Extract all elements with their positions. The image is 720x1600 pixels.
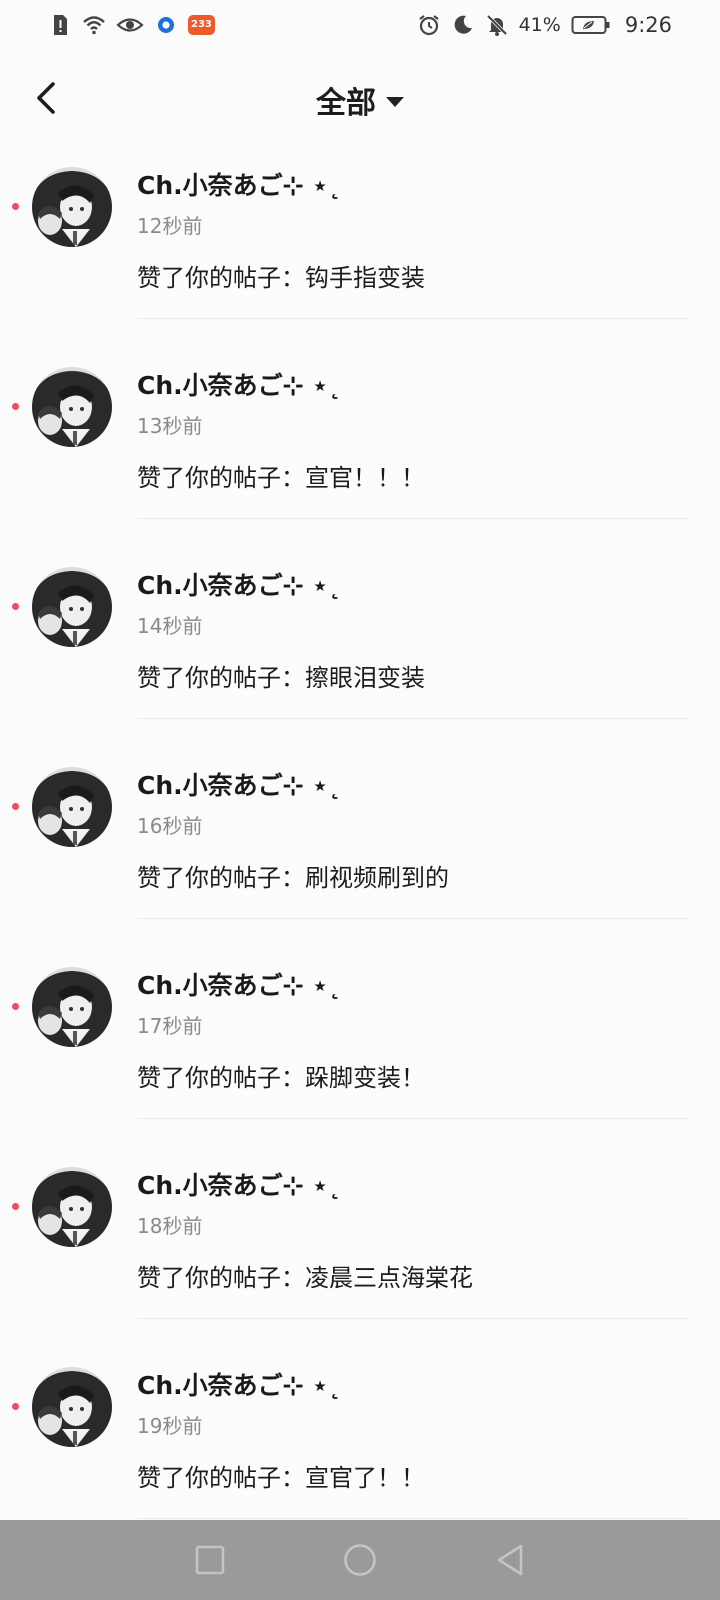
action-text[interactable]: 赞了你的帖子：凌晨三点海棠花	[137, 1258, 473, 1293]
unread-dot	[12, 603, 19, 610]
battery-percent: 41%	[518, 14, 561, 36]
avatar[interactable]	[32, 1167, 112, 1247]
system-nav-bar	[0, 1520, 720, 1600]
recents-square-icon	[195, 1545, 225, 1575]
alarm-icon	[418, 15, 439, 36]
avatar[interactable]	[32, 367, 112, 447]
app-233-badge: 233	[188, 15, 215, 35]
status-left-icons: 233	[48, 13, 215, 37]
moon-icon	[454, 15, 472, 34]
user-name[interactable]: Ch.小奈あご⊹ ⋆˛	[137, 966, 340, 1002]
action-text[interactable]: 赞了你的帖子：钩手指变装	[137, 258, 425, 293]
action-text[interactable]: 赞了你的帖子：刷视频刷到的	[137, 858, 449, 893]
caret-down-icon	[386, 97, 404, 107]
notification-screen: 233 41% 9:26 全部 Ch.小奈あご⊹ ⋆˛ 12秒前 赞了你的帖子：…	[0, 0, 720, 1600]
action-text[interactable]: 赞了你的帖子：宣官！！！	[137, 458, 425, 493]
notification-item[interactable]: Ch.小奈あご⊹ ⋆˛ 18秒前 赞了你的帖子：凌晨三点海棠花	[0, 1150, 720, 1350]
divider	[137, 318, 688, 319]
unread-dot	[12, 203, 19, 210]
divider	[137, 918, 688, 919]
nav-back-button[interactable]	[488, 1538, 532, 1582]
action-text[interactable]: 赞了你的帖子：宣官了！！	[137, 1458, 425, 1493]
avatar[interactable]	[32, 767, 112, 847]
action-text[interactable]: 赞了你的帖子：擦眼泪变装	[137, 658, 425, 693]
user-name[interactable]: Ch.小奈あご⊹ ⋆˛	[137, 1166, 340, 1202]
status-bar: 233 41% 9:26	[0, 0, 720, 50]
avatar[interactable]	[32, 1367, 112, 1447]
avatar[interactable]	[32, 967, 112, 1047]
avatar-image	[32, 567, 112, 647]
unread-dot	[12, 1403, 19, 1410]
battery-icon	[571, 16, 610, 34]
notification-item[interactable]: Ch.小奈あご⊹ ⋆˛ 13秒前 赞了你的帖子：宣官！！！	[0, 350, 720, 550]
app-circle-icon	[158, 17, 174, 33]
eye-icon	[116, 18, 144, 32]
unread-dot	[12, 1003, 19, 1010]
avatar-image	[32, 1167, 112, 1247]
avatar[interactable]	[32, 167, 112, 247]
timestamp: 19秒前	[137, 1414, 203, 1438]
divider	[137, 518, 688, 519]
back-triangle-icon	[497, 1544, 523, 1576]
divider	[137, 1518, 688, 1519]
avatar-image	[32, 1367, 112, 1447]
avatar-image	[32, 967, 112, 1047]
user-name[interactable]: Ch.小奈あご⊹ ⋆˛	[137, 366, 340, 402]
wifi-icon	[83, 16, 105, 35]
unread-dot	[12, 803, 19, 810]
clock: 9:26	[624, 13, 672, 37]
top-header: 全部	[0, 60, 720, 140]
status-right-icons: 41% 9:26	[417, 13, 672, 37]
divider	[137, 718, 688, 719]
action-text[interactable]: 赞了你的帖子：跺脚变装！	[137, 1058, 425, 1093]
notification-item[interactable]: Ch.小奈あご⊹ ⋆˛ 14秒前 赞了你的帖子：擦眼泪变装	[0, 550, 720, 750]
alert-icon	[54, 15, 67, 35]
recents-button[interactable]	[188, 1538, 232, 1582]
user-name[interactable]: Ch.小奈あご⊹ ⋆˛	[137, 766, 340, 802]
unread-dot	[12, 1203, 19, 1210]
user-name[interactable]: Ch.小奈あご⊹ ⋆˛	[137, 566, 340, 602]
timestamp: 16秒前	[137, 814, 203, 838]
bell-off-icon	[486, 14, 507, 36]
timestamp: 13秒前	[137, 414, 203, 438]
notification-item[interactable]: Ch.小奈あご⊹ ⋆˛ 12秒前 赞了你的帖子：钩手指变装	[0, 150, 720, 350]
timestamp: 14秒前	[137, 614, 203, 638]
home-button[interactable]	[338, 1538, 382, 1582]
notification-item[interactable]: Ch.小奈あご⊹ ⋆˛ 17秒前 赞了你的帖子：跺脚变装！	[0, 950, 720, 1150]
page-title: 全部	[316, 86, 376, 121]
avatar[interactable]	[32, 567, 112, 647]
notification-list: Ch.小奈あご⊹ ⋆˛ 12秒前 赞了你的帖子：钩手指变装 Ch.小奈あご⊹ ⋆…	[0, 150, 720, 1550]
home-circle-icon	[344, 1544, 376, 1576]
user-name[interactable]: Ch.小奈あご⊹ ⋆˛	[137, 1366, 340, 1402]
divider	[137, 1318, 688, 1319]
timestamp: 17秒前	[137, 1014, 203, 1038]
user-name[interactable]: Ch.小奈あご⊹ ⋆˛	[137, 166, 340, 202]
divider	[137, 1118, 688, 1119]
filter-dropdown[interactable]: 全部	[0, 78, 720, 122]
unread-dot	[12, 403, 19, 410]
timestamp: 18秒前	[137, 1214, 203, 1238]
avatar-image	[32, 767, 112, 847]
avatar-image	[32, 167, 112, 247]
notification-item[interactable]: Ch.小奈あご⊹ ⋆˛ 16秒前 赞了你的帖子：刷视频刷到的	[0, 750, 720, 950]
timestamp: 12秒前	[137, 214, 203, 238]
avatar-image	[32, 367, 112, 447]
